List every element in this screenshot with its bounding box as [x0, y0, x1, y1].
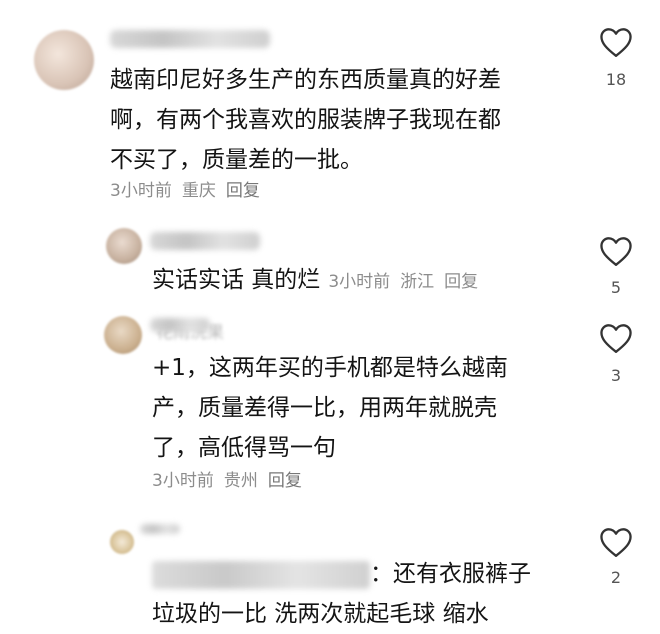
comment-4: ：还有衣服裤子 垃圾的一比 洗两次就起毛球 缩水 2 — [0, 510, 660, 630]
like-count: 5 — [610, 278, 622, 297]
like-button[interactable] — [596, 26, 636, 58]
timestamp: 3小时前 — [110, 181, 172, 201]
comment-text: ：还有衣服裤子 垃圾的一比 洗两次就起毛球 缩水 — [152, 560, 531, 627]
timestamp: 3小时前 — [328, 272, 391, 292]
comment-2: 实话实话 真的烂 3小时前 浙江 回复 5 — [0, 220, 660, 300]
heart-outline-icon — [600, 28, 632, 57]
like-count: 3 — [610, 366, 622, 385]
heart-outline-icon — [600, 324, 632, 353]
comment-text: 实话实话 真的烂 3小时前 浙江 回复 — [152, 260, 488, 302]
username-redacted — [140, 524, 180, 534]
heart-outline-icon — [600, 528, 632, 557]
redacted-mention — [152, 560, 370, 589]
timestamp: 3小时前 — [152, 471, 214, 491]
comment-text: +1，这两年买的手机都是特么越南 产，质量差得一比，用两年就脱壳 了，高低得骂一… — [152, 355, 508, 461]
avatar[interactable] — [34, 30, 94, 90]
reply-button[interactable]: 回复 — [268, 471, 302, 491]
like-button[interactable] — [596, 235, 636, 267]
location: 浙江 — [400, 272, 435, 292]
comment-1: 越南印尼好多生产的东西质量真的好差 啊，有两个我喜欢的服装牌子我现在都 不买了，… — [0, 0, 660, 201]
like-count: 2 — [610, 568, 622, 587]
comment-meta: 3小时前 重庆 回复 — [110, 176, 270, 201]
username-redacted — [150, 318, 210, 332]
like-button[interactable] — [596, 322, 636, 354]
reply-button[interactable]: 回复 — [226, 181, 260, 201]
reply-button[interactable]: 回复 — [444, 272, 478, 292]
username-redacted[interactable] — [110, 30, 270, 48]
avatar[interactable] — [106, 228, 142, 264]
like-button[interactable] — [596, 526, 636, 558]
avatar[interactable] — [104, 316, 142, 354]
comment-text: 越南印尼好多生产的东西质量真的好差 啊，有两个我喜欢的服装牌子我现在都 不买了，… — [110, 67, 501, 173]
location: 贵州 — [223, 471, 258, 491]
avatar[interactable] — [110, 530, 134, 554]
location: 重庆 — [181, 181, 216, 201]
comment-3: 花雨洗果 +1，这两年买的手机都是特么越南 产，质量差得一比，用两年就脱壳 了，… — [0, 310, 660, 500]
comment-meta: 3小时前 浙江 回复 — [328, 272, 488, 292]
comment-meta: 3小时前 贵州 回复 — [152, 466, 312, 491]
username-redacted[interactable] — [150, 232, 260, 250]
like-count: 18 — [605, 70, 627, 89]
heart-outline-icon — [600, 237, 632, 266]
